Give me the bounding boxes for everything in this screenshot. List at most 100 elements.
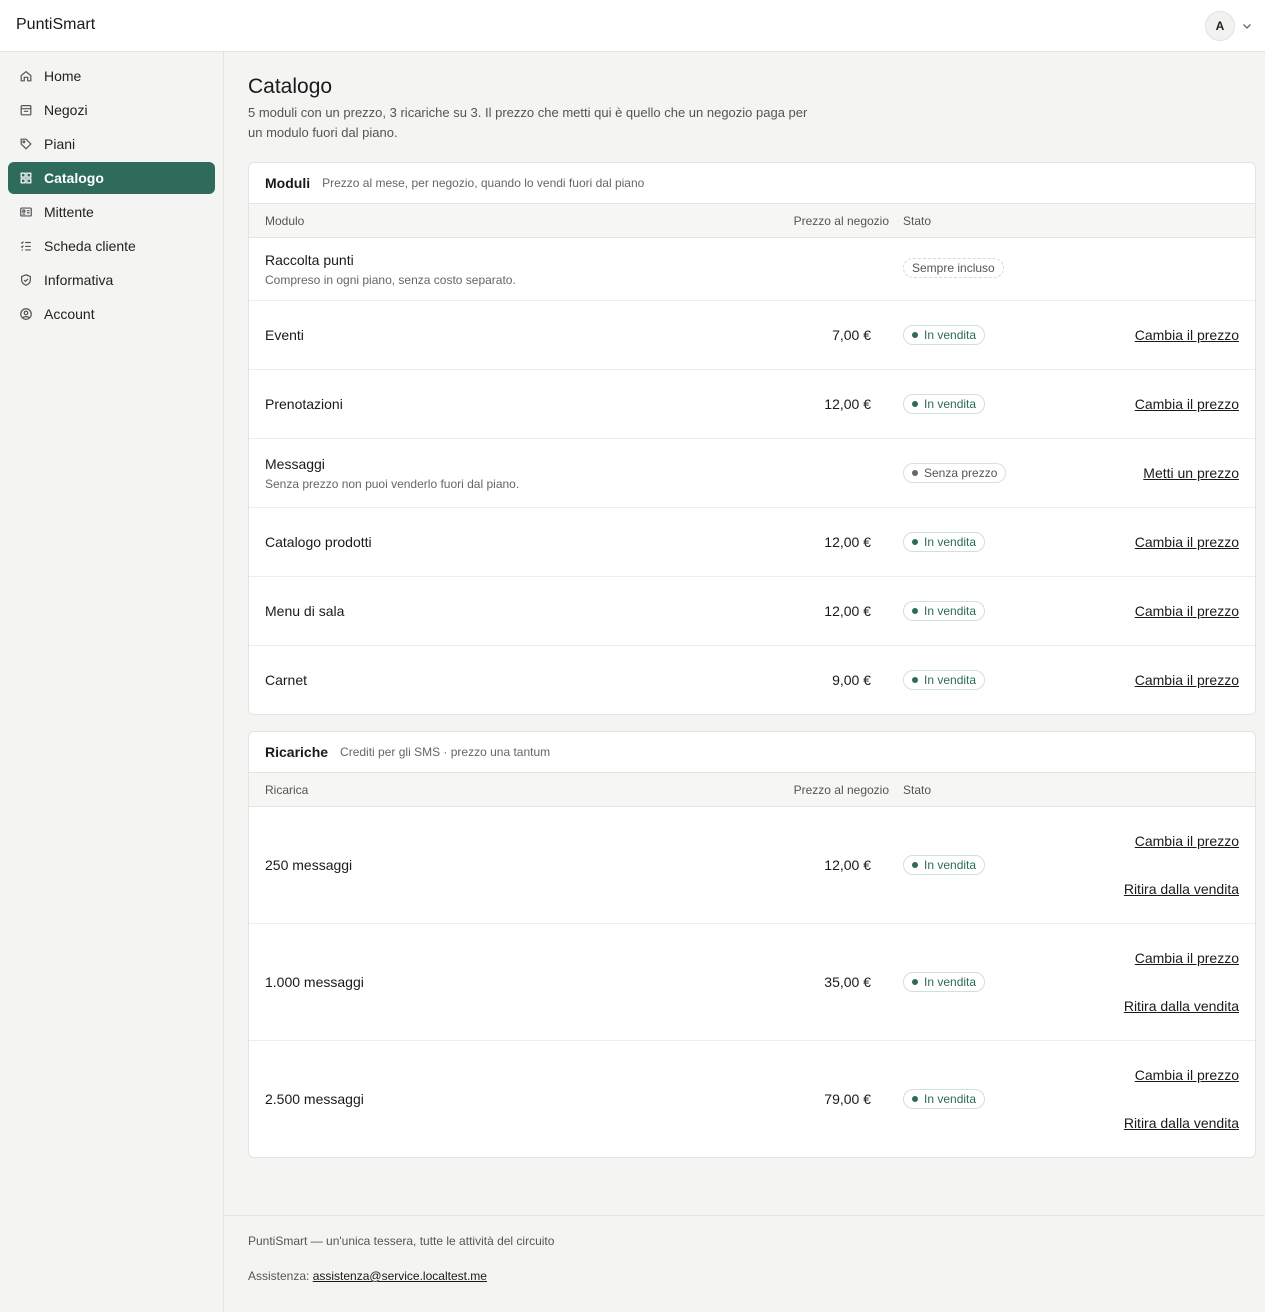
module-name: Carnet: [265, 672, 308, 688]
change-price-link[interactable]: Cambia il prezzo: [1135, 603, 1239, 619]
tag-icon: [18, 136, 34, 152]
status-dot: [912, 401, 918, 407]
table-row: Prenotazioni 12,00 € In vendita Cambia i…: [249, 370, 1255, 439]
home-icon: [18, 68, 34, 84]
card-header: Moduli Prezzo al mese, per negozio, quan…: [249, 163, 1255, 204]
table-row: Menu di sala 12,00 € In vendita Cambia i…: [249, 577, 1255, 646]
page-subtitle: 5 moduli con un prezzo, 3 ricariche su 3…: [248, 105, 808, 140]
status-badge: Sempre incluso: [903, 258, 1004, 278]
card-description: Prezzo al mese, per negozio, quando lo v…: [322, 176, 645, 190]
status-cell: Sempre incluso: [903, 258, 1004, 278]
brand-logo[interactable]: PuntiSmart: [16, 16, 95, 34]
module-price: 12,00 €: [824, 534, 871, 550]
status-cell: In vendita: [903, 1089, 986, 1109]
column-header-module: Modulo: [265, 214, 305, 228]
status-badge: Senza prezzo: [903, 463, 1007, 483]
column-header-topup: Ricarica: [265, 783, 309, 797]
sidebar-item-catalogo[interactable]: Catalogo: [8, 162, 215, 194]
column-header-price: Prezzo al negozio: [793, 214, 889, 228]
card-header: Ricariche Crediti per gli SMS · prezzo u…: [249, 732, 1255, 773]
support-email-link[interactable]: assistenza@service.localtest.me: [313, 1269, 487, 1283]
change-price-link[interactable]: Cambia il prezzo: [1135, 950, 1239, 966]
card-description: Crediti per gli SMS · prezzo una tantum: [340, 745, 551, 759]
table-row: Catalogo prodotti 12,00 € In vendita Cam…: [249, 508, 1255, 577]
status-badge: In vendita: [903, 532, 986, 552]
table-row: 1.000 messaggi 35,00 € In vendita Cambia…: [249, 924, 1255, 1041]
change-price-link[interactable]: Cambia il prezzo: [1135, 833, 1239, 849]
footer-support: Assistenza: assistenza@service.localtest…: [248, 1269, 487, 1283]
card-title: Ricariche: [265, 744, 329, 760]
status-cell: Senza prezzo: [903, 463, 1007, 483]
status-label: In vendita: [924, 328, 977, 342]
table-row: Eventi 7,00 € In vendita Cambia il prezz…: [249, 301, 1255, 370]
store-icon: [18, 102, 34, 118]
status-dot: [912, 862, 918, 868]
sidebar-item-piani[interactable]: Piani: [8, 128, 215, 160]
status-dot: [912, 332, 918, 338]
column-header-status: Stato: [903, 214, 932, 228]
sidebar-item-label: Home: [44, 68, 82, 84]
module-price: 9,00 €: [832, 672, 871, 688]
footer: PuntiSmart — un'unica tessera, tutte le …: [224, 1215, 1265, 1312]
table-row: 2.500 messaggi 79,00 € In vendita Cambia…: [249, 1041, 1255, 1157]
grid-icon: [18, 170, 34, 186]
status-dot: [912, 470, 918, 476]
set-price-link[interactable]: Metti un prezzo: [1143, 465, 1239, 481]
id-card-icon: [18, 204, 34, 220]
sidebar-item-account[interactable]: Account: [8, 298, 215, 330]
status-label: In vendita: [924, 535, 977, 549]
module-note: Senza prezzo non puoi venderlo fuori dal…: [265, 477, 520, 491]
status-cell: In vendita: [903, 532, 986, 552]
topup-name: 1.000 messaggi: [265, 974, 364, 990]
card-title: Moduli: [265, 175, 311, 191]
status-dot: [912, 608, 918, 614]
sidebar-item-informativa[interactable]: Informativa: [8, 264, 215, 296]
change-price-link[interactable]: Cambia il prezzo: [1135, 327, 1239, 343]
user-menu[interactable]: A: [1205, 11, 1253, 41]
sidebar-item-negozi[interactable]: Negozi: [8, 94, 215, 126]
status-badge: In vendita: [903, 394, 986, 414]
sidebar-item-label: Catalogo: [44, 170, 104, 186]
status-dot: [912, 677, 918, 683]
sidebar-item-mittente[interactable]: Mittente: [8, 196, 215, 228]
table-header: Ricarica Prezzo al negozio Stato: [249, 773, 1255, 807]
status-dot: [912, 539, 918, 545]
main-content: Catalogo 5 moduli con un prezzo, 3 ricar…: [224, 52, 1265, 1312]
table-row: Carnet 9,00 € In vendita Cambia il prezz…: [249, 646, 1255, 714]
status-cell: In vendita: [903, 670, 986, 690]
status-badge: In vendita: [903, 325, 986, 345]
topup-price: 12,00 €: [824, 857, 871, 873]
change-price-link[interactable]: Cambia il prezzo: [1135, 534, 1239, 550]
avatar[interactable]: A: [1205, 11, 1235, 41]
withdraw-link[interactable]: Ritira dalla vendita: [1124, 998, 1239, 1014]
status-cell: In vendita: [903, 601, 986, 621]
withdraw-link[interactable]: Ritira dalla vendita: [1124, 1115, 1239, 1131]
module-price: 12,00 €: [824, 396, 871, 412]
change-price-link[interactable]: Cambia il prezzo: [1135, 396, 1239, 412]
sidebar-item-scheda-cliente[interactable]: Scheda cliente: [8, 230, 215, 262]
status-badge: In vendita: [903, 670, 986, 690]
modules-card: Moduli Prezzo al mese, per negozio, quan…: [248, 162, 1256, 715]
status-badge: In vendita: [903, 855, 986, 875]
chevron-down-icon: [1243, 24, 1251, 29]
sidebar-item-home[interactable]: Home: [8, 60, 215, 92]
support-label: Assistenza:: [248, 1269, 310, 1283]
status-badge: In vendita: [903, 1089, 986, 1109]
status-badge: In vendita: [903, 601, 986, 621]
sidebar-item-label: Mittente: [44, 204, 94, 220]
status-cell: In vendita: [903, 325, 986, 345]
status-label: In vendita: [924, 604, 977, 618]
withdraw-link[interactable]: Ritira dalla vendita: [1124, 881, 1239, 897]
shield-icon: [18, 272, 34, 288]
module-name: Eventi: [265, 327, 304, 343]
table-header: Modulo Prezzo al negozio Stato: [249, 204, 1255, 238]
module-price: 7,00 €: [832, 327, 871, 343]
change-price-link[interactable]: Cambia il prezzo: [1135, 672, 1239, 688]
column-header-price: Prezzo al negozio: [793, 783, 889, 797]
sidebar-item-label: Scheda cliente: [44, 238, 136, 254]
topup-name: 2.500 messaggi: [265, 1091, 364, 1107]
change-price-link[interactable]: Cambia il prezzo: [1135, 1067, 1239, 1083]
user-circle-icon: [18, 306, 34, 322]
module-name: Menu di sala: [265, 603, 345, 619]
topup-price: 79,00 €: [824, 1091, 871, 1107]
